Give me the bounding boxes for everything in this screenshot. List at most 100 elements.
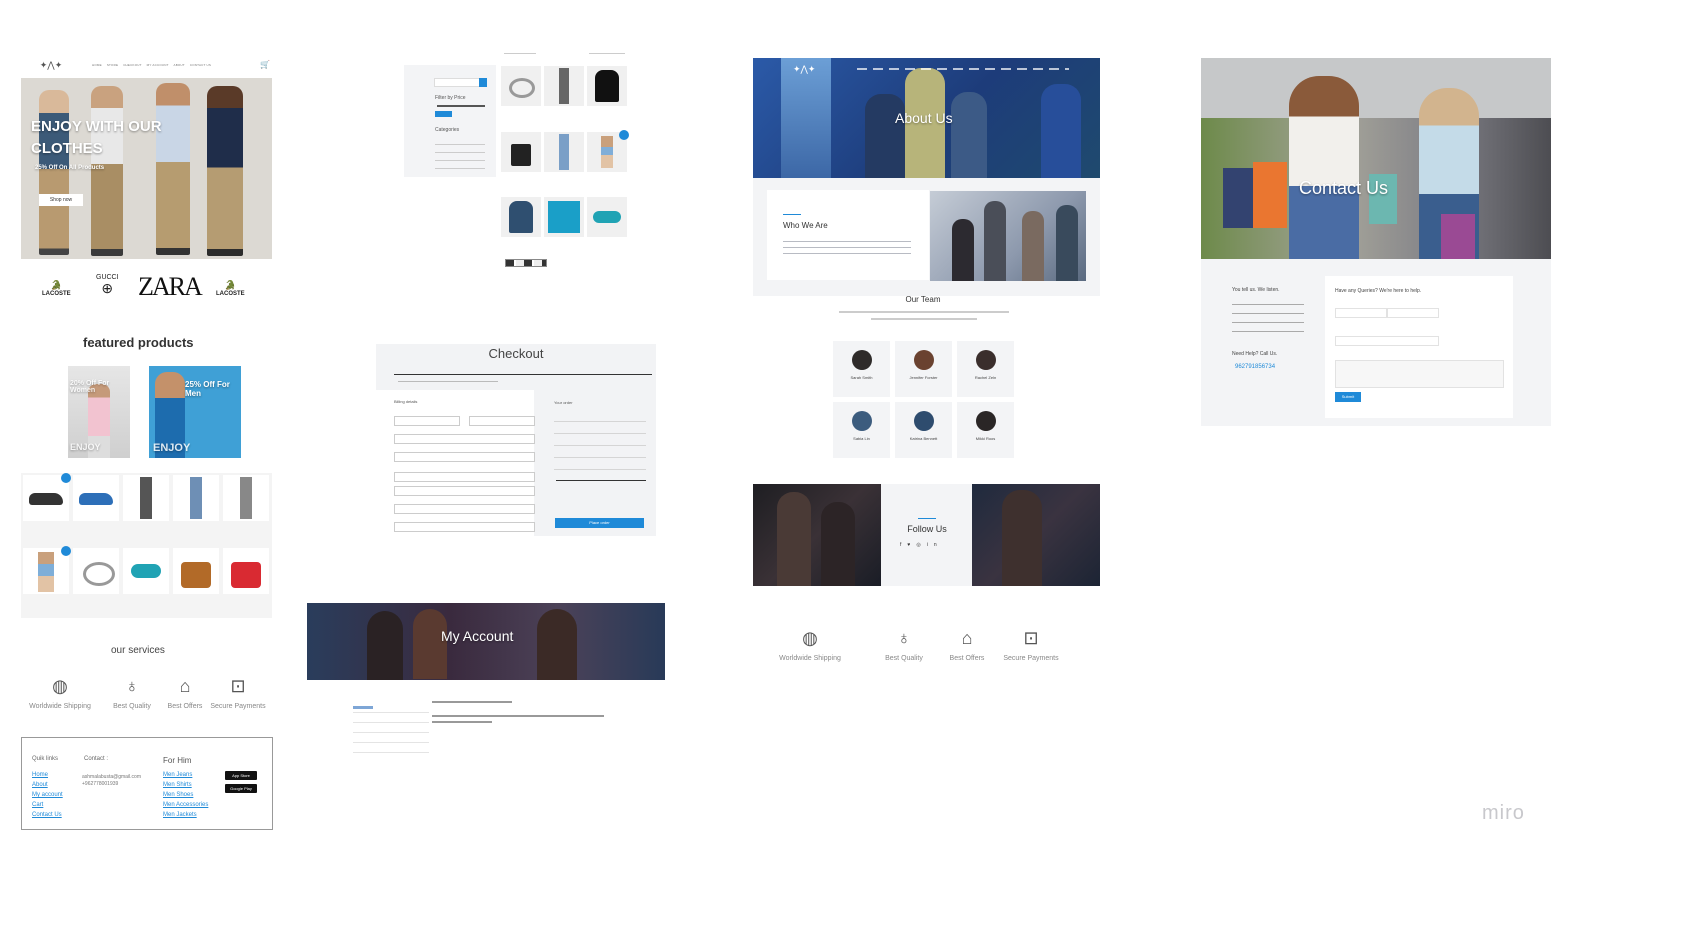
product-jeans-1[interactable] xyxy=(123,475,169,521)
footer-link-my-account[interactable]: My account xyxy=(32,792,63,798)
message-textarea[interactable] xyxy=(1335,360,1504,388)
product-red-bag[interactable] xyxy=(223,548,269,594)
footer-link-contact[interactable]: Contact Us xyxy=(32,812,62,818)
team-card[interactable]: Sarah Smith xyxy=(833,341,890,397)
shop-product-jeans[interactable] xyxy=(544,66,584,106)
shop-product-tshirt[interactable] xyxy=(544,197,584,237)
footer-link-men-shirts[interactable]: Men Shirts xyxy=(163,782,192,788)
place-order-button[interactable]: Place order xyxy=(555,518,644,528)
nav-store[interactable]: STORE xyxy=(107,63,118,67)
account-dashboard-text xyxy=(432,715,604,717)
footer-link-men-shoes[interactable]: Men Shoes xyxy=(163,792,193,798)
tag-icon: ⌂ xyxy=(179,676,191,696)
account-menu-active[interactable] xyxy=(353,706,373,709)
nav-about[interactable]: ABOUT xyxy=(174,63,185,67)
shop-product-bracelet[interactable] xyxy=(501,66,541,106)
street-field-2[interactable] xyxy=(394,486,535,496)
shop-product-hoodie[interactable] xyxy=(587,66,627,106)
last-name-input[interactable] xyxy=(1387,308,1439,318)
service-secure-payments: ⊡ Secure Payments xyxy=(206,676,270,710)
contact-phone[interactable]: 962791856734 xyxy=(1235,364,1275,370)
footer-link-home[interactable]: Home xyxy=(32,772,48,778)
footer-link-men-accessories[interactable]: Men Accessories xyxy=(163,802,208,808)
home-logo[interactable]: ✦⋀✦ xyxy=(34,60,68,72)
order-summary: Your order Place order xyxy=(542,396,648,536)
hero-banner: ENJOY WITH OUR CLOTHES 25% Off On All Pr… xyxy=(21,78,272,259)
team-card[interactable]: Mikki Roos xyxy=(957,402,1014,458)
footer-link-men-jackets[interactable]: Men Jackets xyxy=(163,812,197,818)
billing-form: Billing details xyxy=(376,390,535,536)
contact-hero-bag-4 xyxy=(1441,214,1475,259)
product-turquoise-bracelet[interactable] xyxy=(123,548,169,594)
tag-icon: ⌂ xyxy=(961,628,973,648)
hero-title-line1: ENJOY WITH OUR xyxy=(31,118,162,135)
team-card[interactable]: Sabia Lin xyxy=(833,402,890,458)
cart-icon[interactable]: 🛒 xyxy=(260,60,270,69)
street-field[interactable] xyxy=(394,472,535,482)
contact-hero: Contact Us xyxy=(1201,58,1551,259)
product-jeans-2[interactable] xyxy=(173,475,219,521)
shop-product-jeans-2[interactable] xyxy=(544,132,584,172)
promo-men-card[interactable]: 25% Off For Men ENJOY xyxy=(149,366,241,458)
team-card[interactable]: Rachel Zeln xyxy=(957,341,1014,397)
price-slider[interactable] xyxy=(437,105,485,107)
email-input[interactable] xyxy=(1335,336,1439,346)
shop-product-turquoise-bracelet[interactable] xyxy=(587,197,627,237)
nav-contact[interactable]: CONTACT US xyxy=(190,63,211,67)
app-store-badge[interactable]: App Store xyxy=(225,771,257,780)
footer-link-men-jeans[interactable]: Men Jeans xyxy=(163,772,192,778)
contact-submit-button[interactable]: Submit xyxy=(1335,392,1361,402)
shop-now-button[interactable]: Shop now xyxy=(39,194,83,206)
avatar xyxy=(914,411,934,431)
twitter-icon[interactable]: ♥ xyxy=(907,542,916,548)
shop-product-bag[interactable] xyxy=(501,132,541,172)
hero-model-4 xyxy=(207,86,243,256)
shop-sidebar: Filter by Price Categories xyxy=(404,65,496,177)
footer-phone: +962778001939 xyxy=(82,781,119,787)
promo-women-card[interactable]: 20% Off For Women ENJOY xyxy=(68,366,130,458)
shop-pagination[interactable] xyxy=(505,259,547,267)
globe-icon: ◍ xyxy=(52,676,68,696)
google-play-badge[interactable]: Google Play xyxy=(225,784,257,793)
last-name-field[interactable] xyxy=(469,416,535,426)
lock-icon: ⊡ xyxy=(230,676,246,696)
footer-link-cart[interactable]: Cart xyxy=(32,802,43,808)
nav-checkout[interactable]: CHECKOUT xyxy=(123,63,141,67)
hero-title-line2: CLOTHES xyxy=(31,140,103,157)
home-nav: HOME STORE CHECKOUT MY ACCOUNT ABOUT CON… xyxy=(92,63,211,67)
filter-button[interactable] xyxy=(435,111,452,117)
contact-help-title: Need Help? Call Us. xyxy=(1232,351,1278,357)
instagram-icon[interactable]: ◎ xyxy=(916,542,926,548)
about-service-best-quality: ♁ Best Quality xyxy=(876,628,932,662)
award-icon: ♁ xyxy=(897,628,911,648)
avatar xyxy=(852,350,872,370)
about-logo[interactable]: ✦⋀✦ xyxy=(793,64,815,75)
city-field[interactable] xyxy=(394,504,535,514)
nav-home[interactable]: HOME xyxy=(92,63,102,67)
account-page-frame: My Account xyxy=(307,603,665,763)
product-jeans-3[interactable] xyxy=(223,475,269,521)
state-field[interactable] xyxy=(394,522,535,532)
product-brown-bag[interactable] xyxy=(173,548,219,594)
first-name-input[interactable] xyxy=(1335,308,1387,318)
hero-model-3 xyxy=(156,83,190,255)
linkedin-icon[interactable]: in xyxy=(927,542,943,548)
product-shoe-2[interactable] xyxy=(73,475,119,521)
footer-link-about[interactable]: About xyxy=(32,782,48,788)
shop-search-input[interactable] xyxy=(434,78,480,87)
team-card[interactable]: Katrina Bennett xyxy=(895,402,952,458)
product-silver-bracelet[interactable] xyxy=(73,548,119,594)
shop-search-button[interactable] xyxy=(479,78,487,87)
footer-contact-title: Contact : xyxy=(84,756,109,762)
company-field[interactable] xyxy=(394,434,535,444)
first-name-field[interactable] xyxy=(394,416,460,426)
avatar xyxy=(852,411,872,431)
category-list xyxy=(435,139,485,169)
globe-icon: ◍ xyxy=(802,628,818,648)
shop-product-hoodie-2[interactable] xyxy=(501,197,541,237)
country-field[interactable] xyxy=(394,452,535,462)
team-card[interactable]: Jennifer Forster xyxy=(895,341,952,397)
nav-my-account[interactable]: MY ACCOUNT xyxy=(147,63,169,67)
contact-listen-title: You tell us. We listen. xyxy=(1232,287,1280,293)
service-worldwide-shipping: ◍ Worldwide Shipping xyxy=(24,676,96,710)
